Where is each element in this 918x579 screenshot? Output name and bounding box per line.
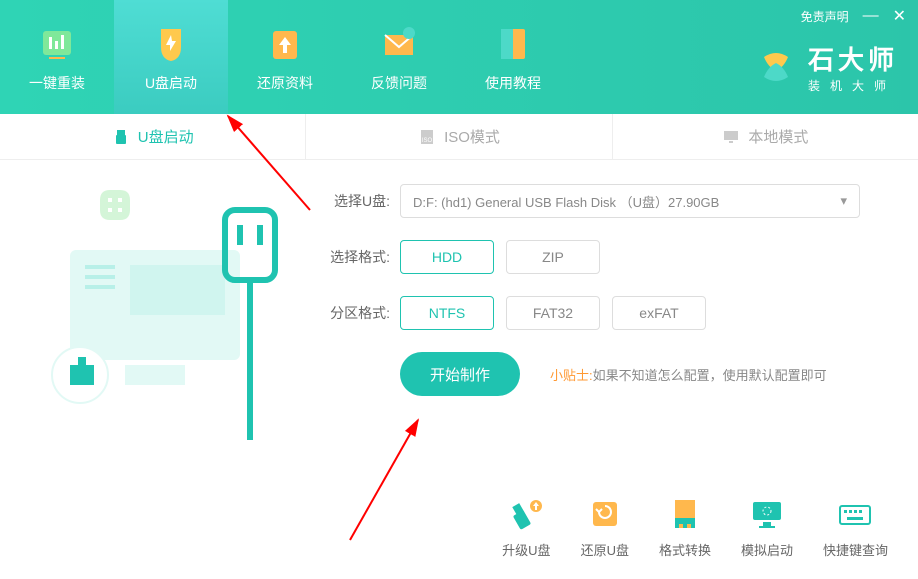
action-label: 快捷键查询 [823, 540, 888, 559]
minimize-button[interactable]: — [863, 7, 879, 25]
action-label: 还原U盘 [581, 540, 629, 559]
nav-reinstall[interactable]: 一键重装 [0, 0, 114, 114]
usb-shield-icon [149, 21, 193, 65]
feedback-icon [377, 21, 421, 65]
tab-label: ISO模式 [444, 126, 500, 147]
iso-icon: ISO [418, 128, 436, 146]
titlebar-controls: 免责声明 — ✕ [801, 6, 906, 26]
usb-select[interactable]: D:F: (hd1) General USB Flash Disk （U盘）27… [400, 184, 860, 218]
start-button[interactable]: 开始制作 [400, 352, 520, 396]
keyboard-icon [835, 494, 875, 534]
action-hotkey-query[interactable]: 快捷键查询 [823, 494, 888, 559]
action-simulate-boot[interactable]: 模拟启动 [741, 494, 793, 559]
usb-icon [112, 128, 130, 146]
brand-name: 石大师 [808, 40, 898, 77]
nav-label: 还原资料 [257, 73, 313, 93]
usb-select-label: 选择U盘: [320, 191, 390, 211]
format-convert-icon [665, 494, 705, 534]
disclaimer-link[interactable]: 免责声明 [801, 8, 849, 25]
tab-label: U盘启动 [138, 126, 194, 147]
partition-fat32-button[interactable]: FAT32 [506, 296, 600, 330]
simulate-boot-icon [747, 494, 787, 534]
action-format-convert[interactable]: 格式转换 [659, 494, 711, 559]
tab-label: 本地模式 [748, 126, 808, 147]
nav-tutorial[interactable]: 使用教程 [456, 0, 570, 114]
nav-feedback[interactable]: 反馈问题 [342, 0, 456, 114]
action-upgrade-usb[interactable]: 升级U盘 [502, 494, 550, 559]
monitor-icon [722, 128, 740, 146]
nav-label: 使用教程 [485, 73, 541, 93]
nav-restore[interactable]: 还原资料 [228, 0, 342, 114]
nav-label: 一键重装 [29, 73, 85, 93]
svg-text:ISO: ISO [422, 138, 433, 144]
nav-usb-boot[interactable]: U盘启动 [114, 0, 228, 114]
usb-select-value: D:F: (hd1) General USB Flash Disk （U盘）27… [413, 192, 719, 211]
reinstall-icon [35, 21, 79, 65]
restore-usb-icon [585, 494, 625, 534]
chevron-down-icon: ▾ [840, 193, 847, 209]
nav-label: U盘启动 [145, 73, 197, 93]
partition-ntfs-button[interactable]: NTFS [400, 296, 494, 330]
nav-label: 反馈问题 [371, 73, 427, 93]
action-label: 格式转换 [659, 540, 711, 559]
partition-label: 分区格式: [320, 303, 390, 323]
partition-exfat-button[interactable]: exFAT [612, 296, 706, 330]
action-label: 升级U盘 [502, 540, 550, 559]
tab-local-mode[interactable]: 本地模式 [613, 114, 918, 159]
bottom-actions: 升级U盘 还原U盘 格式转换 模拟启动 快捷键查询 [502, 494, 888, 559]
format-zip-button[interactable]: ZIP [506, 240, 600, 274]
brand-sub: 装机大师 [808, 77, 898, 94]
mode-tabs: U盘启动 ISO ISO模式 本地模式 [0, 114, 918, 160]
format-label: 选择格式: [320, 247, 390, 267]
tab-usb-boot[interactable]: U盘启动 [0, 114, 306, 159]
upgrade-usb-icon [506, 494, 546, 534]
format-hdd-button[interactable]: HDD [400, 240, 494, 274]
action-label: 模拟启动 [741, 540, 793, 559]
brand: 石大师 装机大师 [754, 40, 898, 94]
action-restore-usb[interactable]: 还原U盘 [581, 494, 629, 559]
restore-icon [263, 21, 307, 65]
header: 一键重装 U盘启动 还原资料 反馈问题 使用教程 免责声明 — ✕ 石大师 装机… [0, 0, 918, 114]
close-button[interactable]: ✕ [893, 6, 906, 26]
form-area: 选择U盘: D:F: (hd1) General USB Flash Disk … [0, 160, 918, 396]
tutorial-icon [491, 21, 535, 65]
tip-label: 小贴士: [550, 368, 593, 383]
tip-text: 小贴士:如果不知道怎么配置，使用默认配置即可 [550, 365, 827, 384]
tab-iso-mode[interactable]: ISO ISO模式 [306, 114, 612, 159]
brand-logo-icon [754, 45, 798, 89]
tip-content: 如果不知道怎么配置，使用默认配置即可 [593, 368, 827, 383]
